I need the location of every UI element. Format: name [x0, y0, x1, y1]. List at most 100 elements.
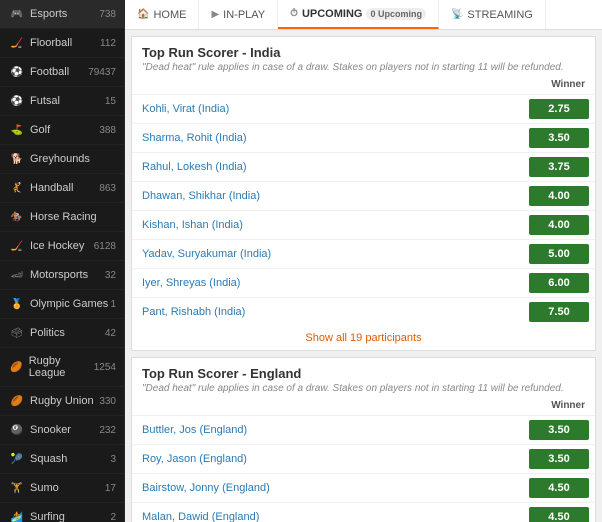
odds-button[interactable]: 3.50 [529, 128, 589, 148]
odds-button[interactable]: 3.75 [529, 157, 589, 177]
market-row: Kishan, Ishan (India) 4.00 [132, 211, 595, 240]
sidebar-item-esports[interactable]: 🎮 Esports 738 [0, 0, 124, 29]
odds-button[interactable]: 4.50 [529, 507, 589, 522]
sidebar-item-golf[interactable]: ⛳ Golf 388 [0, 116, 124, 145]
player-name[interactable]: Kishan, Ishan (India) [132, 211, 525, 240]
player-odds: 4.00 [525, 211, 595, 240]
show-all-link[interactable]: Show all 19 participants [132, 326, 595, 350]
sport-icon: ⚽ [10, 94, 24, 108]
nav-item-home[interactable]: 🏠 HOME [125, 0, 199, 29]
market-row: Sharma, Rohit (India) 3.50 [132, 124, 595, 153]
sport-icon: 🤾 [10, 181, 24, 195]
player-name[interactable]: Bairstow, Jonny (England) [132, 474, 525, 503]
sport-icon: 🏅 [10, 297, 24, 311]
sport-icon: 🏄 [10, 510, 24, 522]
sidebar-item-olympic-games[interactable]: 🏅 Olympic Games 1 [0, 290, 124, 319]
market-row: Yadav, Suryakumar (India) 5.00 [132, 240, 595, 269]
sidebar-item-motorsports[interactable]: 🏎 Motorsports 32 [0, 261, 124, 290]
streaming-icon: 📡 [451, 9, 463, 20]
sidebar-item-count: 112 [100, 38, 116, 49]
sport-icon: 🏉 [10, 360, 23, 374]
market-section-india: Top Run Scorer - India "Dead heat" rule … [131, 36, 596, 351]
nav-item-in-play[interactable]: ▶ IN-PLAY [199, 0, 278, 29]
sidebar-item-ice-hockey[interactable]: 🏒 Ice Hockey 6128 [0, 232, 124, 261]
player-name[interactable]: Pant, Rishabh (India) [132, 298, 525, 327]
sport-icon: 🏇 [10, 210, 24, 224]
player-name[interactable]: Dhawan, Shikhar (India) [132, 182, 525, 211]
odds-button[interactable]: 7.50 [529, 302, 589, 322]
sidebar-item-count: 3 [110, 454, 116, 465]
home-icon: 🏠 [137, 9, 149, 20]
player-odds: 3.50 [525, 416, 595, 445]
sport-icon: 🏒 [10, 36, 24, 50]
sidebar-item-count: 863 [99, 183, 116, 194]
sidebar-item-sumo[interactable]: 🏋 Sumo 17 [0, 474, 124, 503]
sidebar-item-squash[interactable]: 🎾 Squash 3 [0, 445, 124, 474]
market-row: Pant, Rishabh (India) 7.50 [132, 298, 595, 327]
sidebar-item-horse-racing[interactable]: 🏇 Horse Racing [0, 203, 124, 232]
odds-button[interactable]: 3.50 [529, 449, 589, 469]
player-name[interactable]: Iyer, Shreyas (India) [132, 269, 525, 298]
sidebar-item-floorball[interactable]: 🏒 Floorball 112 [0, 29, 124, 58]
player-odds: 2.75 [525, 95, 595, 124]
sidebar-item-politics[interactable]: 🗳 Politics 42 [0, 319, 124, 348]
market-header: Top Run Scorer - England "Dead heat" rul… [132, 358, 595, 396]
player-odds: 3.75 [525, 153, 595, 182]
sidebar-item-rugby-league[interactable]: 🏉 Rugby League 1254 [0, 348, 124, 387]
nav-item-streaming[interactable]: 📡 STREAMING [439, 0, 546, 29]
sidebar-item-surfing[interactable]: 🏄 Surfing 2 [0, 503, 124, 522]
sidebar-item-label: Ice Hockey [30, 240, 84, 252]
upcoming-icon: ⏱ [290, 8, 298, 19]
player-odds: 6.00 [525, 269, 595, 298]
nav-badge: 0 Upcoming [366, 8, 426, 20]
player-name[interactable]: Kohli, Virat (India) [132, 95, 525, 124]
sport-icon: ⚽ [10, 65, 24, 79]
player-name[interactable]: Yadav, Suryakumar (India) [132, 240, 525, 269]
sidebar-item-label: Greyhounds [30, 153, 90, 165]
player-odds: 4.50 [525, 503, 595, 522]
odds-button[interactable]: 6.00 [529, 273, 589, 293]
sport-icon: 🏋 [10, 481, 24, 495]
odds-button[interactable]: 4.00 [529, 186, 589, 206]
sidebar-item-football[interactable]: ⚽ Football 79437 [0, 58, 124, 87]
top-nav: 🏠 HOME▶ IN-PLAY⏱ UPCOMING0 Upcoming📡 STR… [125, 0, 602, 30]
sidebar-item-futsal[interactable]: ⚽ Futsal 15 [0, 87, 124, 116]
odds-button[interactable]: 5.00 [529, 244, 589, 264]
sport-icon: 🏎 [10, 268, 24, 282]
odds-button[interactable]: 4.00 [529, 215, 589, 235]
main-content: 🏠 HOME▶ IN-PLAY⏱ UPCOMING0 Upcoming📡 STR… [125, 0, 602, 522]
market-row: Iyer, Shreyas (India) 6.00 [132, 269, 595, 298]
nav-label: IN-PLAY [223, 9, 265, 21]
market-section-england: Top Run Scorer - England "Dead heat" rul… [131, 357, 596, 522]
sidebar-item-label: Futsal [30, 95, 60, 107]
sidebar-item-count: 32 [105, 270, 116, 281]
sidebar-item-rugby-union[interactable]: 🏉 Rugby Union 330 [0, 387, 124, 416]
content-area: Top Run Scorer - India "Dead heat" rule … [125, 30, 602, 522]
odds-button[interactable]: 3.50 [529, 420, 589, 440]
player-name[interactable]: Buttler, Jos (England) [132, 416, 525, 445]
player-name[interactable]: Roy, Jason (England) [132, 445, 525, 474]
sidebar-item-snooker[interactable]: 🎱 Snooker 232 [0, 416, 124, 445]
odds-button[interactable]: 2.75 [529, 99, 589, 119]
nav-label: UPCOMING [302, 8, 363, 20]
odds-button[interactable]: 4.50 [529, 478, 589, 498]
sidebar-item-count: 738 [99, 9, 116, 20]
market-table: Winner Buttler, Jos (England) 3.50 Roy, … [132, 396, 595, 522]
player-name[interactable]: Rahul, Lokesh (India) [132, 153, 525, 182]
market-row: Bairstow, Jonny (England) 4.50 [132, 474, 595, 503]
sport-icon: 🐕 [10, 152, 24, 166]
sidebar-item-label: Rugby Union [30, 395, 94, 407]
player-name[interactable]: Malan, Dawid (England) [132, 503, 525, 522]
market-row: Kohli, Virat (India) 2.75 [132, 95, 595, 124]
player-name[interactable]: Sharma, Rohit (India) [132, 124, 525, 153]
sport-icon: 🎮 [10, 7, 24, 21]
sidebar-item-count: 15 [105, 96, 116, 107]
nav-item-upcoming[interactable]: ⏱ UPCOMING0 Upcoming [278, 0, 439, 29]
nav-label: HOME [153, 9, 186, 21]
sidebar-item-greyhounds[interactable]: 🐕 Greyhounds [0, 145, 124, 174]
sidebar-item-handball[interactable]: 🤾 Handball 863 [0, 174, 124, 203]
sidebar-item-count: 1254 [94, 362, 116, 373]
sidebar-item-label: Golf [30, 124, 50, 136]
sport-icon: 🏉 [10, 394, 24, 408]
market-subtitle: "Dead heat" rule applies in case of a dr… [142, 62, 585, 73]
